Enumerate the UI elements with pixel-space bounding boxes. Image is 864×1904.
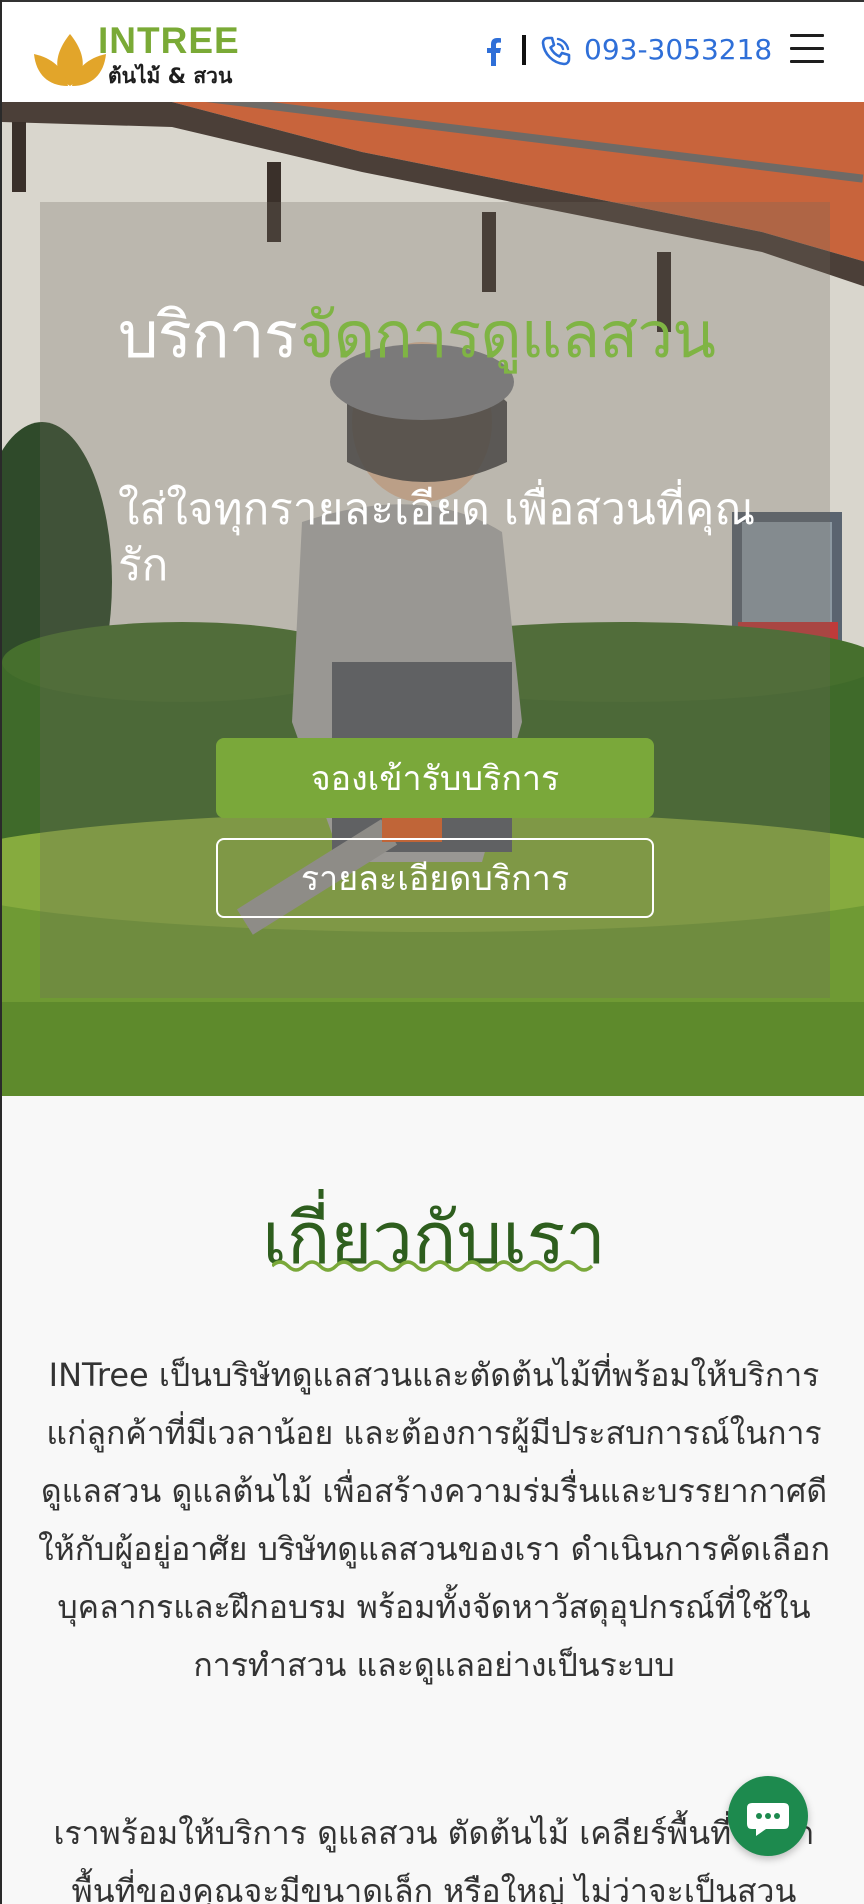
phone-icon[interactable] (540, 35, 572, 67)
chat-button[interactable] (728, 1776, 808, 1856)
phone-number-link[interactable]: 093-3053218 (584, 33, 772, 66)
hero-title: บริการจัดการดูแลสวน (118, 292, 798, 380)
service-details-button[interactable]: รายละเอียดบริการ (216, 838, 654, 918)
chat-bubble-icon (747, 1803, 789, 1836)
about-paragraph-2: เราพร้อมให้บริการ ดูแลสวน ตัดต้นไม้ เคลี… (53, 1814, 815, 1904)
hero-subtitle: ใส่ใจทุกรายละเอียด เพื่อสวนที่คุณรัก (118, 484, 756, 591)
site-header: INTREE ต้นไม้ & สวน 093-3053218 (2, 0, 864, 102)
hero-section: บริการจัดการดูแลสวน ใส่ใจทุกรายละเอียด เ… (2, 102, 864, 1096)
hamburger-menu-icon[interactable] (790, 34, 824, 64)
header-divider (522, 35, 526, 65)
book-service-button[interactable]: จองเข้ารับบริการ (216, 738, 654, 818)
about-paragraph-1: INTree เป็นบริษัทดูแลสวนและตัดต้นไม้ที่พ… (38, 1356, 830, 1684)
heading-underline-squiggle (272, 1260, 594, 1272)
logo[interactable]: INTREE ต้นไม้ & สวน (34, 20, 246, 90)
hero-title-plain: บริการ (118, 299, 298, 373)
logo-title: INTREE (98, 20, 240, 61)
logo-subtitle: ต้นไม้ & สวน (108, 64, 233, 88)
about-heading: เกี่ยวกับเรา (262, 1196, 606, 1280)
facebook-icon[interactable] (482, 36, 504, 66)
leaf-logo-icon (34, 34, 106, 86)
hero-title-accent: จัดการดูแลสวน (297, 299, 716, 373)
